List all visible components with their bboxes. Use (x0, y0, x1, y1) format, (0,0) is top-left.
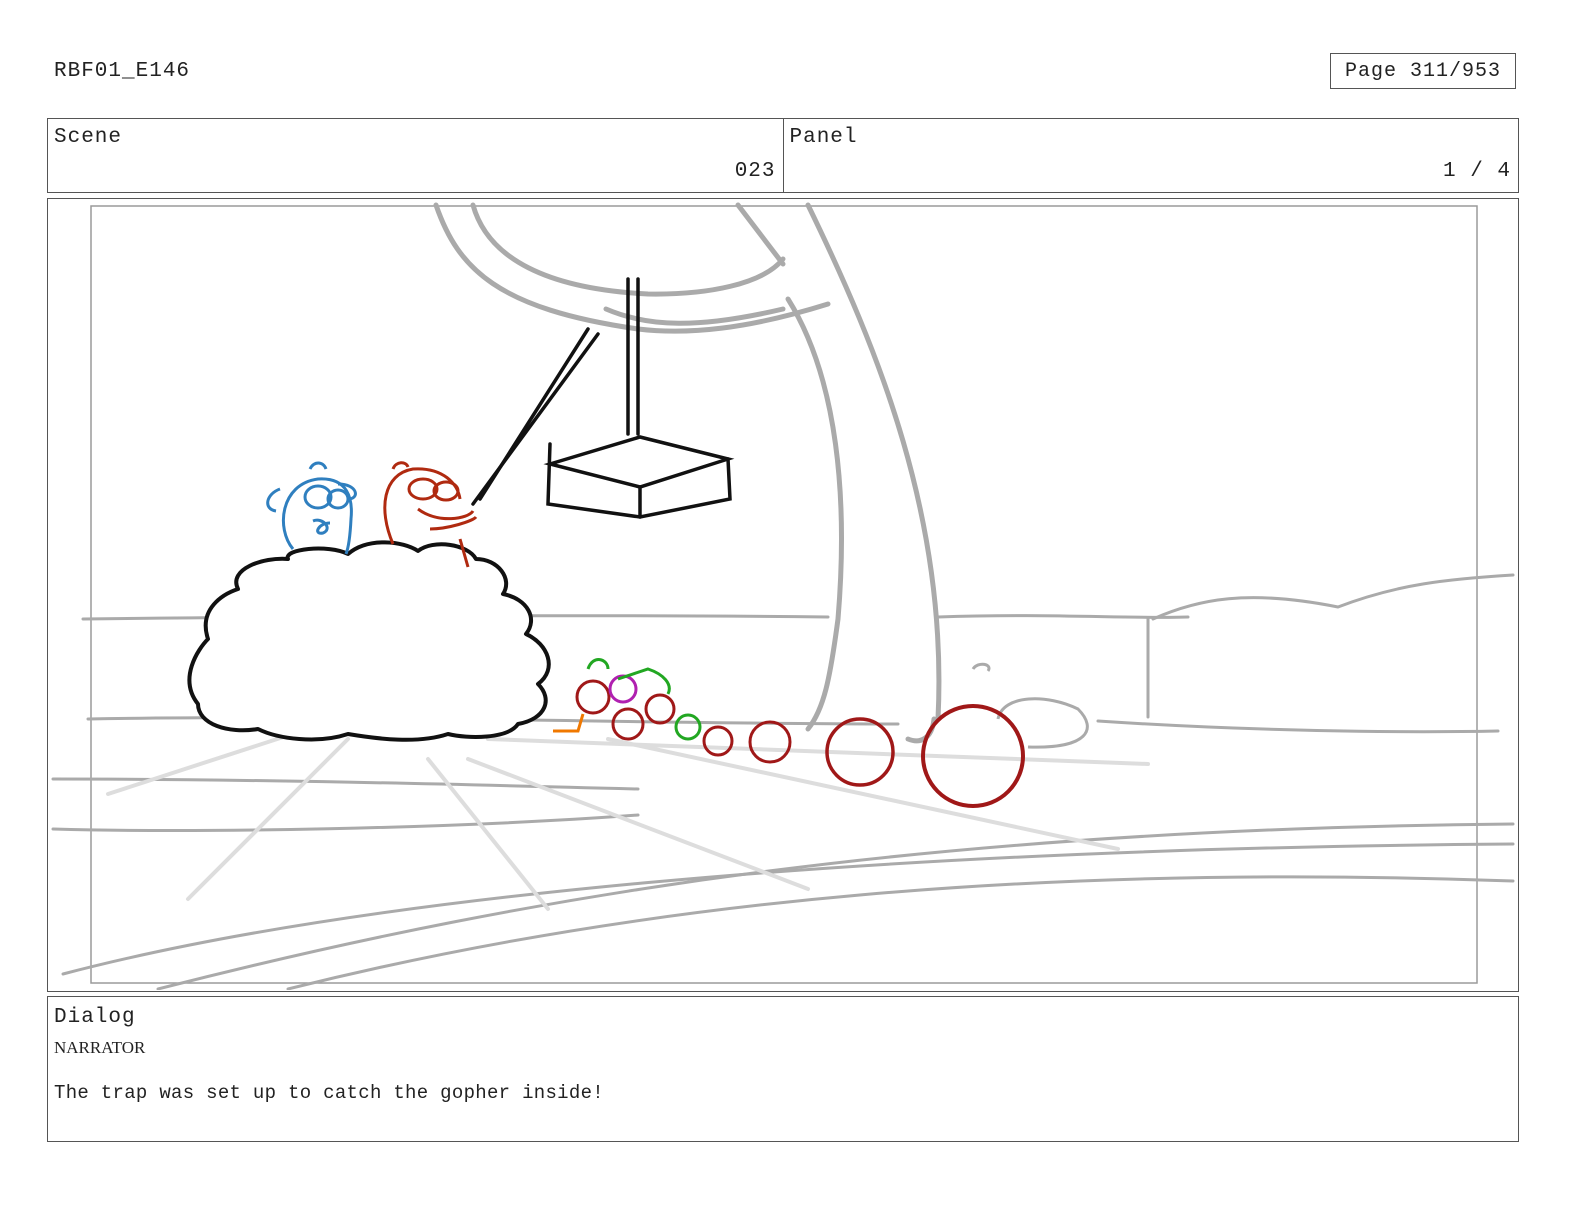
dialog-box: Dialog NARRATOR The trap was set up to c… (47, 996, 1519, 1142)
document-id: RBF01_E146 (54, 60, 191, 83)
storyboard-panel (47, 198, 1519, 992)
scene-panel-info: Scene 023 Panel 1 / 4 (47, 118, 1519, 193)
scene-number: 023 (734, 160, 776, 183)
speaker-name: NARRATOR (54, 1038, 146, 1057)
scene-cell: Scene 023 (48, 119, 783, 192)
rock-sketch (971, 662, 1089, 749)
scene-label: Scene (54, 126, 123, 149)
fruit-trail-sketch (553, 658, 1025, 808)
bush-sketch (187, 540, 551, 742)
storyboard-sketch (51, 202, 1515, 990)
dialog-line: The trap was set up to catch the gopher … (54, 1082, 604, 1104)
trap-sketch (471, 277, 735, 519)
page-number: Page 311/953 (1330, 53, 1516, 89)
panel-label: Panel (789, 126, 858, 149)
panel-number: 1 / 4 (1442, 160, 1511, 183)
path-sketch (106, 727, 1150, 911)
panel-cell: Panel 1 / 4 (782, 119, 1519, 192)
dialog-label: Dialog (54, 1006, 136, 1029)
blue-gopher-sketch (266, 461, 357, 555)
